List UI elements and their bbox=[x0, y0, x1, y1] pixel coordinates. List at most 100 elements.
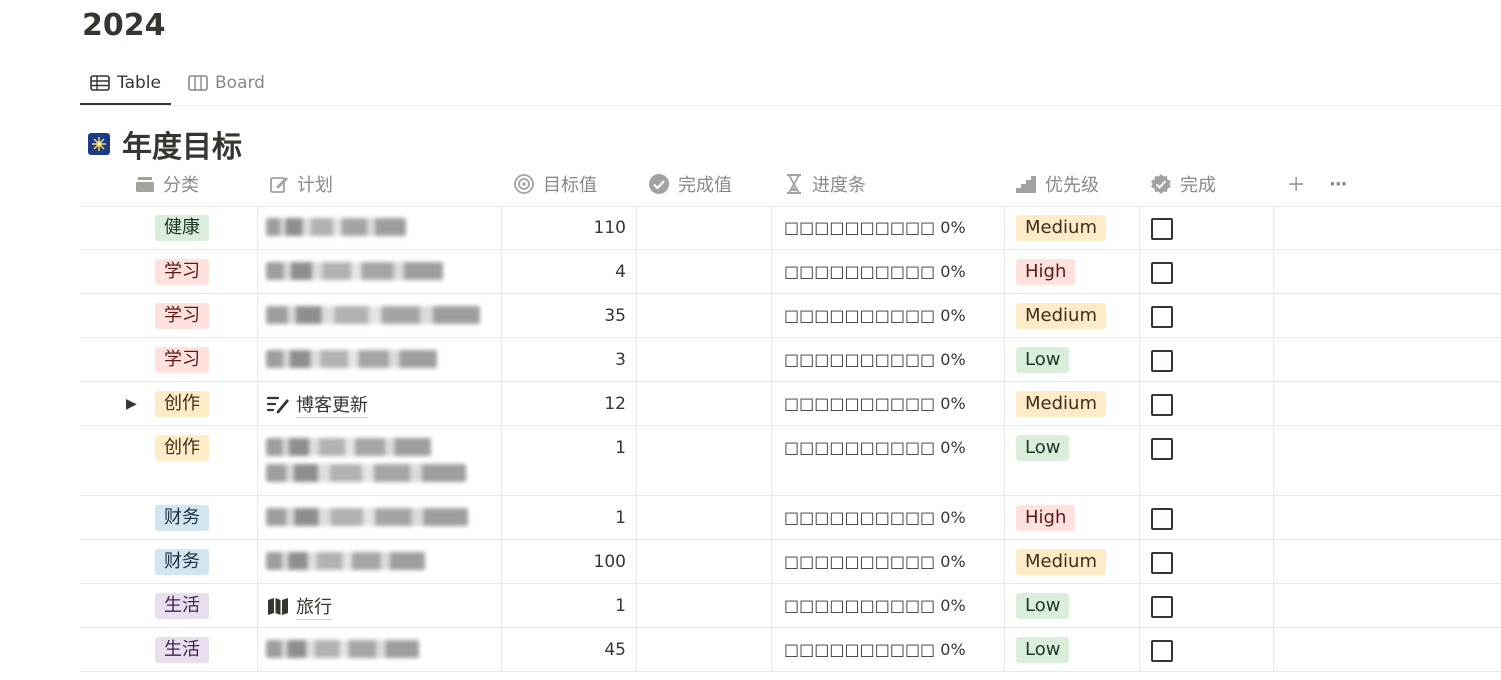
complete-checkbox[interactable] bbox=[1151, 508, 1173, 530]
empty-cell[interactable] bbox=[1273, 628, 1501, 671]
plan-cell[interactable] bbox=[257, 338, 502, 381]
empty-cell[interactable] bbox=[1273, 294, 1501, 337]
priority-cell[interactable]: Low bbox=[1004, 628, 1140, 671]
plan-link[interactable]: 旅行 bbox=[266, 584, 496, 628]
category-cell[interactable]: 学习 bbox=[80, 338, 257, 381]
table-row[interactable]: 创作 1 □□□□□□□□□□ 0% Low bbox=[80, 426, 1501, 496]
category-cell[interactable]: 财务 bbox=[80, 540, 257, 583]
column-header-progress[interactable]: 进度条 bbox=[784, 162, 866, 206]
target-cell[interactable]: 1 bbox=[501, 584, 637, 627]
progress-cell[interactable]: □□□□□□□□□□ 0% bbox=[771, 250, 1005, 293]
progress-cell[interactable]: □□□□□□□□□□ 0% bbox=[771, 294, 1005, 337]
complete-checkbox[interactable] bbox=[1151, 394, 1173, 416]
empty-cell[interactable] bbox=[1273, 496, 1501, 539]
empty-cell[interactable] bbox=[1273, 426, 1501, 495]
complete-cell[interactable] bbox=[1139, 206, 1274, 249]
priority-cell[interactable]: Medium bbox=[1004, 382, 1140, 425]
complete-cell[interactable] bbox=[1139, 426, 1274, 495]
target-cell[interactable]: 1 bbox=[501, 496, 637, 539]
progress-cell[interactable]: □□□□□□□□□□ 0% bbox=[771, 584, 1005, 627]
priority-cell[interactable]: High bbox=[1004, 496, 1140, 539]
category-cell[interactable]: 健康 bbox=[80, 206, 257, 249]
complete-cell[interactable] bbox=[1139, 540, 1274, 583]
column-header-plan[interactable]: 计划 bbox=[269, 162, 333, 206]
complete-checkbox[interactable] bbox=[1151, 350, 1173, 372]
target-cell[interactable]: 1 bbox=[501, 426, 637, 495]
progress-cell[interactable]: □□□□□□□□□□ 0% bbox=[771, 426, 1005, 495]
complete-cell[interactable] bbox=[1139, 294, 1274, 337]
done-value-cell[interactable] bbox=[636, 250, 772, 293]
category-cell[interactable]: 财务 bbox=[80, 496, 257, 539]
add-column-button[interactable]: + bbox=[1287, 162, 1305, 206]
progress-cell[interactable]: □□□□□□□□□□ 0% bbox=[771, 496, 1005, 539]
category-cell[interactable]: 学习 bbox=[80, 250, 257, 293]
category-cell[interactable]: 生活 bbox=[80, 584, 257, 627]
plan-link[interactable]: 博客更新 bbox=[266, 382, 496, 426]
empty-cell[interactable] bbox=[1273, 382, 1501, 425]
complete-checkbox[interactable] bbox=[1151, 552, 1173, 574]
column-header-category[interactable]: 分类 bbox=[135, 162, 199, 206]
progress-cell[interactable]: □□□□□□□□□□ 0% bbox=[771, 338, 1005, 381]
done-value-cell[interactable] bbox=[636, 496, 772, 539]
plan-cell[interactable]: 旅行 bbox=[257, 584, 502, 627]
target-cell[interactable]: 4 bbox=[501, 250, 637, 293]
priority-cell[interactable]: Low bbox=[1004, 426, 1140, 495]
table-row[interactable]: 健康 110 □□□□□□□□□□ 0% Medium bbox=[80, 206, 1501, 250]
more-options-button[interactable]: ··· bbox=[1329, 162, 1347, 206]
done-value-cell[interactable] bbox=[636, 540, 772, 583]
progress-cell[interactable]: □□□□□□□□□□ 0% bbox=[771, 206, 1005, 249]
category-cell[interactable]: 生活 bbox=[80, 628, 257, 671]
priority-cell[interactable]: Medium bbox=[1004, 540, 1140, 583]
target-cell[interactable]: 3 bbox=[501, 338, 637, 381]
empty-cell[interactable] bbox=[1273, 540, 1501, 583]
target-cell[interactable]: 110 bbox=[501, 206, 637, 249]
complete-cell[interactable] bbox=[1139, 628, 1274, 671]
tab-table[interactable]: Table bbox=[80, 62, 171, 105]
target-cell[interactable]: 35 bbox=[501, 294, 637, 337]
done-value-cell[interactable] bbox=[636, 294, 772, 337]
complete-cell[interactable] bbox=[1139, 338, 1274, 381]
table-row[interactable]: 学习 3 □□□□□□□□□□ 0% Low bbox=[80, 338, 1501, 382]
complete-cell[interactable] bbox=[1139, 496, 1274, 539]
table-row[interactable]: 学习 35 □□□□□□□□□□ 0% Medium bbox=[80, 294, 1501, 338]
complete-checkbox[interactable] bbox=[1151, 438, 1173, 460]
category-cell[interactable]: 学习 bbox=[80, 294, 257, 337]
table-row[interactable]: ▶ 创作 博客更新 12 □□□□□□□□□□ 0% Medium bbox=[80, 382, 1501, 426]
table-row[interactable]: 学习 4 □□□□□□□□□□ 0% High bbox=[80, 250, 1501, 294]
column-header-complete[interactable]: 完成 bbox=[1150, 162, 1216, 206]
column-header-done-value[interactable]: 完成值 bbox=[648, 162, 732, 206]
priority-cell[interactable]: Medium bbox=[1004, 294, 1140, 337]
complete-checkbox[interactable] bbox=[1151, 640, 1173, 662]
plan-cell[interactable] bbox=[257, 206, 502, 249]
plan-cell[interactable] bbox=[257, 496, 502, 539]
done-value-cell[interactable] bbox=[636, 382, 772, 425]
plan-cell[interactable] bbox=[257, 426, 502, 495]
complete-cell[interactable] bbox=[1139, 382, 1274, 425]
plan-cell[interactable] bbox=[257, 294, 502, 337]
complete-cell[interactable] bbox=[1139, 584, 1274, 627]
plan-cell[interactable] bbox=[257, 628, 502, 671]
priority-cell[interactable]: Low bbox=[1004, 584, 1140, 627]
column-header-priority[interactable]: 优先级 bbox=[1015, 162, 1099, 206]
empty-cell[interactable] bbox=[1273, 206, 1501, 249]
done-value-cell[interactable] bbox=[636, 584, 772, 627]
empty-cell[interactable] bbox=[1273, 250, 1501, 293]
table-row[interactable]: 生活 45 □□□□□□□□□□ 0% Low bbox=[80, 628, 1501, 672]
table-row[interactable]: 财务 100 □□□□□□□□□□ 0% Medium bbox=[80, 540, 1501, 584]
done-value-cell[interactable] bbox=[636, 426, 772, 495]
progress-cell[interactable]: □□□□□□□□□□ 0% bbox=[771, 540, 1005, 583]
complete-checkbox[interactable] bbox=[1151, 596, 1173, 618]
column-header-target[interactable]: 目标值 bbox=[513, 162, 597, 206]
priority-cell[interactable]: Low bbox=[1004, 338, 1140, 381]
target-cell[interactable]: 100 bbox=[501, 540, 637, 583]
category-cell[interactable]: ▶ 创作 bbox=[80, 382, 257, 425]
database-title[interactable]: 年度目标 bbox=[88, 122, 242, 166]
tab-board[interactable]: Board bbox=[188, 62, 265, 104]
category-cell[interactable]: 创作 bbox=[80, 426, 257, 495]
progress-cell[interactable]: □□□□□□□□□□ 0% bbox=[771, 628, 1005, 671]
priority-cell[interactable]: High bbox=[1004, 250, 1140, 293]
empty-cell[interactable] bbox=[1273, 584, 1501, 627]
complete-cell[interactable] bbox=[1139, 250, 1274, 293]
empty-cell[interactable] bbox=[1273, 338, 1501, 381]
plan-cell[interactable]: 博客更新 bbox=[257, 382, 502, 425]
